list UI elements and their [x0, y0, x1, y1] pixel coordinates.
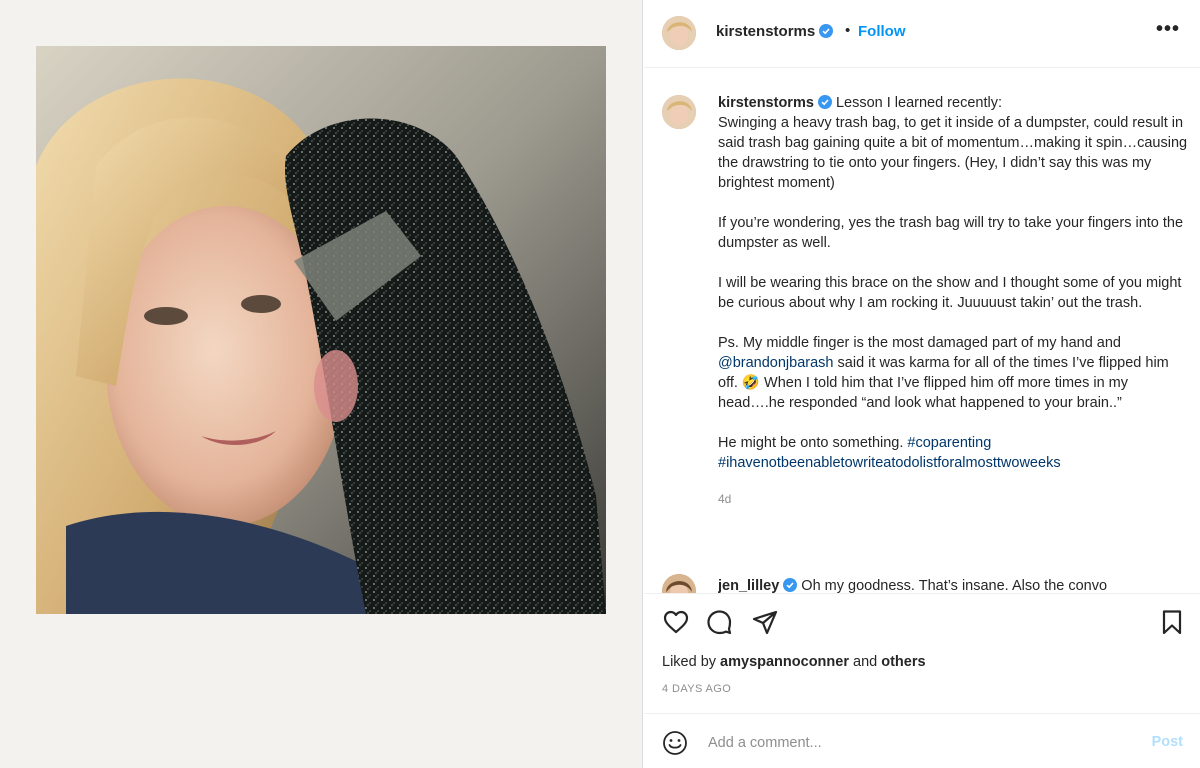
caption-text: Lesson I learned recently: — [835, 95, 1002, 111]
hashtag-link[interactable]: #coparenting — [907, 435, 991, 451]
post-photo[interactable] — [36, 46, 606, 614]
comment-input[interactable] — [706, 730, 1130, 756]
follow-button[interactable]: Follow — [858, 23, 906, 40]
caption-author-avatar[interactable] — [662, 95, 696, 129]
share-icon[interactable] — [751, 608, 779, 636]
caption-paragraph-3: I will be wearing this brace on the show… — [718, 275, 1182, 311]
likes-and: and — [853, 654, 878, 670]
verified-badge-icon — [817, 95, 832, 109]
media-panel — [0, 0, 643, 768]
caption-text: Swinging a heavy trash bag, to get it in… — [718, 115, 1188, 191]
caption-paragraph-4: Ps. My middle finger is the most damaged… — [718, 333, 1188, 413]
caption-text: Ps. My middle finger is the most damaged… — [718, 335, 1121, 351]
reply-author-avatar[interactable] — [662, 574, 696, 593]
caption-text: When I told him that I’ve flipped him of… — [718, 375, 1129, 411]
instagram-post-view: kirstenstorms • Follow ••• kirstenstorms… — [0, 0, 1200, 768]
post-date[interactable]: 4 DAYS AGO — [662, 683, 731, 695]
comments-area[interactable]: kirstenstorms Lesson I learned recently:… — [644, 68, 1200, 593]
more-options-icon[interactable]: ••• — [1156, 18, 1180, 41]
caption-paragraph-1: kirstenstorms Lesson I learned recently:… — [718, 93, 1188, 193]
comment-text: Oh my goodness. That’s insane. Also the … — [801, 578, 1108, 593]
separator-dot: • — [845, 22, 851, 39]
caption-timestamp[interactable]: 4d — [718, 489, 1188, 509]
comment-item: jen_lilley Oh my goodness. That’s insane… — [718, 576, 1188, 593]
comment-icon[interactable] — [705, 608, 733, 636]
verified-badge-icon — [819, 24, 834, 38]
post-header: kirstenstorms • Follow ••• — [644, 0, 1200, 68]
mention-link[interactable]: @brandonjbarash — [718, 355, 834, 371]
laughing-emoji-icon: 🤣 — [741, 375, 760, 391]
post-comment-button[interactable]: Post — [1152, 734, 1183, 750]
heart-icon[interactable] — [662, 608, 690, 636]
add-comment-bar: Post — [644, 713, 1200, 768]
author-username-text[interactable]: kirstenstorms — [716, 23, 815, 40]
caption-paragraph-2: If you’re wondering, yes the trash bag w… — [718, 215, 1184, 251]
post-photo-image — [36, 46, 606, 614]
caption-text: He might be onto something. — [718, 435, 904, 451]
author-avatar[interactable] — [662, 16, 696, 50]
caption-author-username[interactable]: kirstenstorms — [718, 95, 814, 111]
post-actions: Liked by amyspannoconner and others 4 DA… — [644, 593, 1200, 713]
post-sidebar: kirstenstorms • Follow ••• kirstenstorms… — [644, 0, 1200, 768]
caption-paragraph-5: He might be onto something. #coparenting… — [718, 433, 1188, 473]
emoji-icon[interactable] — [662, 730, 688, 756]
likes-prefix: Liked by — [662, 654, 717, 670]
hashtag-link[interactable]: #ihavenotbeenabletowriteatodolistforalmo… — [718, 455, 1061, 471]
likes-summary: Liked by amyspannoconner and others — [662, 654, 926, 670]
verified-badge-icon — [783, 578, 798, 592]
liked-by-user[interactable]: amyspannoconner — [720, 654, 849, 670]
post-caption: kirstenstorms Lesson I learned recently:… — [718, 93, 1188, 509]
author-username[interactable]: kirstenstorms — [716, 23, 834, 40]
bookmark-icon[interactable] — [1158, 608, 1186, 636]
comment-author-username[interactable]: jen_lilley — [718, 578, 779, 593]
likes-others-link[interactable]: others — [881, 654, 925, 670]
